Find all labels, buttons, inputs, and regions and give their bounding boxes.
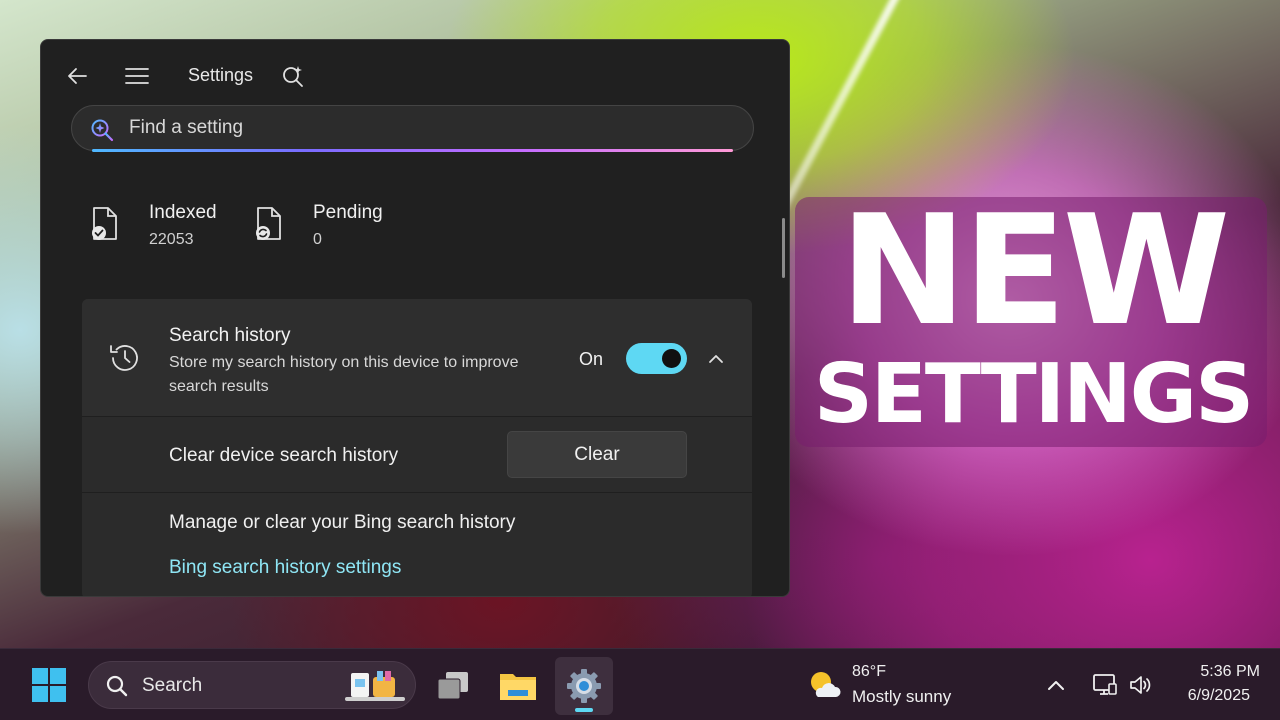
weather-sun-cloud-icon[interactable] [806,667,842,703]
document-sync-icon [256,207,281,240]
search-history-description: Store my search history on this device t… [169,354,519,395]
weather-temperature[interactable]: 86°F [852,663,886,681]
copilot-search-icon [91,119,114,142]
window-title: Settings [188,65,254,85]
new-settings-banner: NEW SETTINGS [795,191,1267,447]
file-explorer-button[interactable] [489,657,547,715]
toggle-state-label: On [579,349,604,369]
scrollbar-thumb[interactable] [782,218,785,278]
history-icon [110,345,138,371]
search-input[interactable] [129,116,689,140]
weather-condition[interactable]: Mostly sunny [852,687,951,707]
back-arrow-icon [68,68,87,84]
bing-history-label: Manage or clear your Bing search history [169,512,516,533]
search-highlight-icon [345,671,405,701]
banner-line-new: NEW [839,182,1231,359]
chevron-up-icon[interactable] [706,349,726,369]
title-bar: Settings [41,40,789,110]
taskbar-search[interactable]: Search [88,661,416,709]
gear-icon [567,669,601,703]
task-view-button[interactable] [424,657,482,715]
show-hidden-icons-chevron-icon[interactable] [1045,675,1067,697]
settings-window: Settings Indexed 22053 [40,39,790,597]
toggle-knob [662,349,681,368]
indexed-label: Indexed [149,202,217,223]
volume-icon[interactable] [1128,672,1154,698]
nav-menu-button[interactable] [123,62,151,90]
back-button[interactable] [63,62,91,90]
clear-history-label: Clear device search history [169,445,399,466]
settings-search-box[interactable] [71,105,754,152]
task-view-icon [437,672,468,700]
search-history-card: Search history Store my search history o… [82,299,752,596]
pending-value: 0 [313,231,322,248]
hamburger-icon [125,68,149,84]
folder-icon [500,674,536,700]
clock-time[interactable]: 5:36 PM [1160,663,1260,681]
clock-date[interactable]: 6/9/2025 [1160,687,1250,705]
network-icon[interactable] [1092,672,1118,698]
taskbar-search-label: Search [142,675,203,696]
sparkle-search-icon [283,66,303,87]
document-check-icon [92,207,117,240]
indexed-value: 22053 [149,231,194,248]
search-history-title: Search history [169,325,291,346]
active-app-indicator [575,708,593,712]
copilot-search-button[interactable] [279,62,307,90]
taskbar: Search 86°F Mostly sunny 5:36 PM 6/9/202… [0,648,1280,720]
pending-label: Pending [313,202,383,223]
search-history-header[interactable]: Search history Store my search history o… [82,299,752,417]
search-icon [106,675,128,697]
windows-start-icon[interactable] [31,667,67,703]
clear-history-row: Clear device search history Clear [82,417,752,493]
bing-history-settings-link[interactable]: Bing search history settings [169,557,401,579]
clear-button[interactable]: Clear [507,431,687,478]
settings-taskbar-button[interactable] [555,657,613,715]
search-history-toggle[interactable] [626,343,687,374]
banner-line-settings: SETTINGS [813,347,1254,442]
